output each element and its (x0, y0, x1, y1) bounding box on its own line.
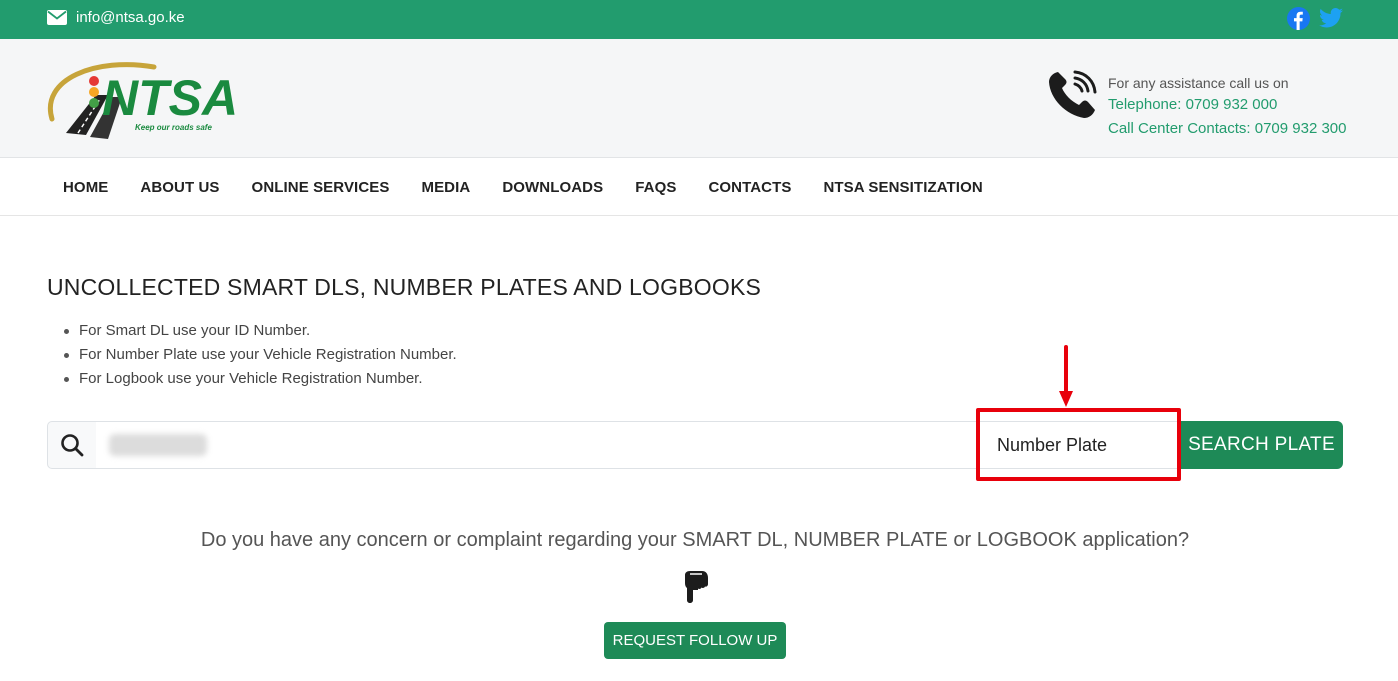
telephone-link[interactable]: Telephone: 0709 932 000 (1108, 93, 1346, 117)
instruction-item: For Smart DL use your ID Number. (64, 319, 457, 343)
instruction-item: For Number Plate use your Vehicle Regist… (64, 343, 457, 367)
search-type-select[interactable]: Number Plate (978, 421, 1180, 469)
annotation-arrow-icon (1059, 345, 1073, 407)
email-text: info@ntsa.go.ke (76, 9, 185, 26)
nav-item-home[interactable]: HOME (47, 179, 124, 196)
search-icon (61, 434, 84, 457)
search-bar: Number Plate SEARCH PLATE (47, 421, 1343, 469)
main-nav: HOME ABOUT US ONLINE SERVICES MEDIA DOWN… (0, 158, 1398, 216)
search-icon-addon (47, 421, 97, 469)
nav-item-media[interactable]: MEDIA (405, 179, 486, 196)
call-center-link[interactable]: Call Center Contacts: 0709 932 300 (1108, 117, 1346, 141)
facebook-icon[interactable] (1287, 7, 1310, 30)
hand-pointing-down-icon (685, 571, 708, 603)
page-title: UNCOLLECTED SMART DLS, NUMBER PLATES AND… (47, 274, 762, 300)
redacted-input-value (109, 434, 207, 456)
nav-item-about-us[interactable]: ABOUT US (124, 179, 235, 196)
instruction-item: For Logbook use your Vehicle Registratio… (64, 367, 457, 391)
nav-item-online-services[interactable]: ONLINE SERVICES (236, 179, 406, 196)
social-links (1287, 7, 1343, 30)
request-follow-up-button[interactable]: REQUEST FOLLOW UP (604, 622, 786, 659)
concern-text: Do you have any concern or complaint reg… (200, 529, 1190, 551)
search-type-value: Number Plate (997, 434, 1108, 455)
search-input[interactable] (96, 421, 978, 469)
nav-item-faqs[interactable]: FAQS (619, 179, 692, 196)
instructions-list: For Smart DL use your ID Number. For Num… (64, 319, 457, 391)
logo-tagline: Keep our roads safe (135, 123, 212, 132)
phone-icon (1049, 70, 1097, 118)
email-link[interactable]: info@ntsa.go.ke (47, 9, 185, 26)
search-plate-button[interactable]: SEARCH PLATE (1180, 421, 1343, 469)
nav-item-downloads[interactable]: DOWNLOADS (486, 179, 619, 196)
logo-wordmark: NTSA (102, 70, 238, 126)
top-bar: info@ntsa.go.ke (0, 0, 1398, 39)
assistance-label: For any assistance call us on (1108, 75, 1289, 91)
ntsa-logo[interactable]: NTSA Keep our roads safe (46, 59, 251, 139)
twitter-icon[interactable] (1319, 7, 1343, 29)
envelope-icon (47, 10, 67, 25)
nav-item-ntsa-sensitization[interactable]: NTSA SENSITIZATION (807, 179, 998, 196)
site-header: NTSA Keep our roads safe For any assista… (0, 39, 1398, 158)
nav-item-contacts[interactable]: CONTACTS (692, 179, 807, 196)
